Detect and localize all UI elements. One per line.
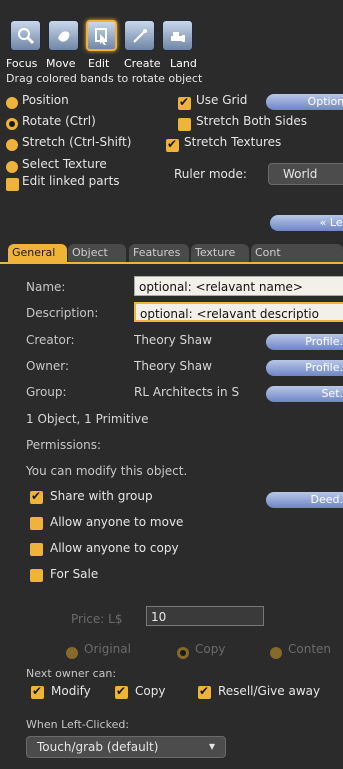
focus-tool-label: Focus — [6, 57, 38, 70]
when-left-clicked-label: When Left-Clicked: — [26, 718, 130, 731]
sale-original-label: Original — [84, 642, 131, 656]
name-input[interactable]: optional: <relavant name> — [134, 276, 343, 296]
next-resell-checkbox[interactable] — [198, 684, 211, 699]
chevron-down-icon: ▾ — [209, 739, 216, 753]
stretch-label: Stretch (Ctrl-Shift) — [22, 135, 132, 149]
group-label: Group: — [26, 385, 67, 399]
bulldozer-icon — [170, 31, 185, 42]
land-tool-button[interactable] — [162, 20, 193, 51]
stretch-textures-checkbox[interactable] — [166, 137, 179, 152]
land-tool-label: Land — [170, 57, 197, 70]
owner-label: Owner: — [26, 359, 70, 373]
magnifier-icon — [17, 27, 34, 44]
stretch-both-sides-checkbox[interactable] — [178, 118, 191, 131]
group-set-button[interactable]: Set... — [266, 386, 343, 402]
sale-original-radio[interactable] — [66, 647, 78, 659]
create-tool-label: Create — [124, 57, 161, 70]
price-label: Price: L$ — [71, 612, 123, 626]
modify-permission-text: You can modify this object. — [26, 464, 188, 478]
tab-texture[interactable]: Texture — [191, 244, 249, 262]
creator-value: Theory Shaw — [134, 333, 212, 347]
stretch-both-sides-label: Stretch Both Sides — [196, 114, 307, 128]
permissions-label: Permissions: — [26, 438, 102, 452]
use-grid-label: Use Grid — [196, 93, 248, 107]
position-radio[interactable] — [6, 97, 18, 109]
stretch-textures-label: Stretch Textures — [184, 135, 282, 149]
edit-tool-button[interactable] — [86, 20, 117, 51]
allow-copy-label: Allow anyone to copy — [50, 541, 179, 555]
select-texture-radio[interactable] — [6, 161, 18, 173]
sale-contents-label: Conten — [288, 642, 332, 656]
next-resell-label: Resell/Give away — [218, 684, 321, 698]
edit-linked-checkbox[interactable] — [6, 178, 19, 191]
build-tools-panel: { "tools": { "focus": "Focus", "move": "… — [0, 0, 343, 769]
share-with-group-checkbox[interactable] — [30, 489, 43, 504]
focus-tool-button[interactable] — [10, 20, 41, 51]
description-input[interactable]: optional: <relavant descriptio — [134, 302, 343, 322]
next-modify-label: Modify — [51, 684, 91, 698]
rotate-label: Rotate (Ctrl) — [22, 114, 96, 128]
create-tool-button[interactable] — [124, 20, 155, 51]
when-left-clicked-select[interactable]: Touch/grab (default) ▾ — [26, 736, 226, 758]
tool-hint: Drag colored bands to rotate object — [6, 72, 203, 85]
edit-linked-label: Edit linked parts — [22, 174, 120, 188]
tabs-underline — [0, 262, 343, 264]
position-label: Position — [22, 93, 69, 107]
pointer-icon — [94, 27, 107, 45]
for-sale-checkbox[interactable] — [30, 569, 43, 582]
next-owner-label: Next owner can: — [26, 667, 117, 680]
when-left-clicked-value: Touch/grab (default) — [37, 740, 159, 754]
for-sale-label: For Sale — [50, 567, 99, 581]
share-with-group-label: Share with group — [50, 489, 153, 503]
edit-tool-label: Edit — [88, 57, 110, 70]
sale-contents-radio[interactable] — [270, 647, 282, 659]
stretch-radio[interactable] — [6, 139, 18, 151]
select-texture-label: Select Texture — [22, 157, 107, 171]
creator-label: Creator: — [26, 333, 75, 347]
options-button[interactable]: Options — [266, 94, 343, 110]
move-tool-label: Move — [46, 57, 76, 70]
ruler-mode-label: Ruler mode: — [174, 167, 247, 181]
name-label: Name: — [26, 280, 66, 294]
next-modify-checkbox[interactable] — [31, 684, 44, 699]
allow-move-checkbox[interactable] — [30, 517, 43, 530]
next-copy-label: Copy — [135, 684, 166, 698]
owner-value: Theory Shaw — [134, 359, 212, 373]
deed-button[interactable]: Deed... — [266, 492, 343, 508]
price-input[interactable]: 10 — [146, 606, 264, 626]
less-button[interactable]: « Less — [270, 215, 343, 231]
description-label: Description: — [26, 306, 99, 320]
move-tool-button[interactable] — [48, 20, 79, 51]
group-value: RL Architects in S — [134, 385, 240, 399]
allow-move-label: Allow anyone to move — [50, 515, 184, 529]
owner-profile-button[interactable]: Profile... — [266, 360, 343, 376]
allow-copy-checkbox[interactable] — [30, 543, 43, 556]
tab-features[interactable]: Features — [129, 244, 189, 262]
tab-content[interactable]: Cont — [251, 244, 343, 262]
tab-general[interactable]: General — [8, 244, 67, 262]
sale-copy-label: Copy — [195, 642, 226, 656]
hand-icon — [57, 30, 69, 42]
tab-object[interactable]: Object — [68, 244, 126, 262]
magic-wand-icon — [132, 28, 147, 43]
ruler-mode-select[interactable]: World — [268, 163, 343, 185]
ruler-mode-value: World — [283, 167, 318, 181]
next-copy-checkbox[interactable] — [115, 684, 128, 699]
creator-profile-button[interactable]: Profile... — [266, 334, 343, 350]
rotate-radio[interactable] — [6, 118, 18, 130]
use-grid-checkbox[interactable] — [178, 95, 191, 110]
object-counts: 1 Object, 1 Primitive — [26, 412, 149, 426]
sale-copy-radio[interactable] — [177, 647, 189, 659]
